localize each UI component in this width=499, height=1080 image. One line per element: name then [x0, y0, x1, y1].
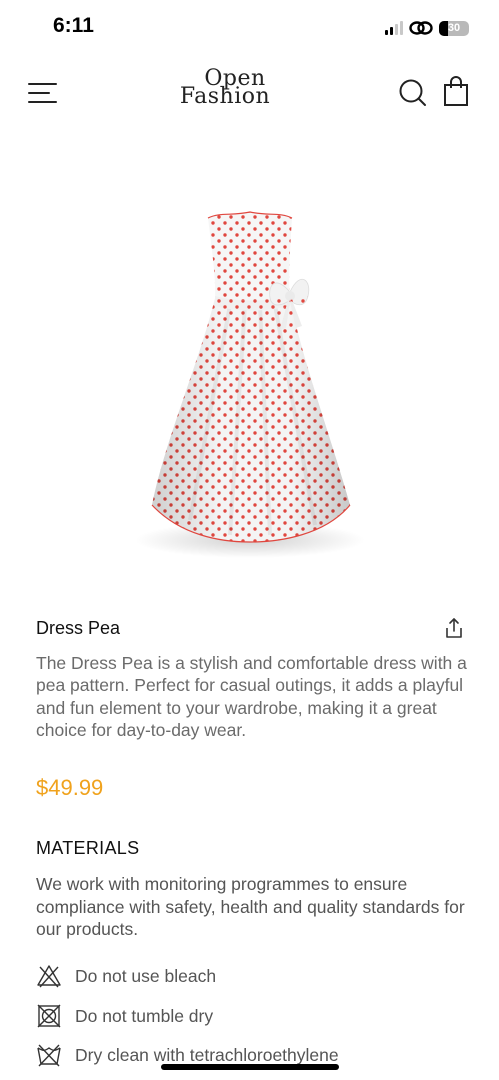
- care-item-label: Dry clean with tetrachloroethylene: [75, 1044, 339, 1065]
- product-price: $49.99: [36, 775, 104, 800]
- no-tumble-dry-icon: [37, 1004, 61, 1028]
- share-icon[interactable]: [443, 617, 465, 639]
- link-icon: [409, 21, 433, 35]
- materials-description: We work with monitoring programmes to en…: [36, 874, 465, 939]
- status-time: 6:11: [53, 14, 94, 37]
- menu-icon-line: [28, 92, 50, 94]
- care-item-label: Do not use bleach: [75, 965, 217, 986]
- cellular-signal-icon: [385, 21, 403, 35]
- battery-level: 30: [447, 22, 461, 34]
- logo[interactable]: Open Fashion: [170, 68, 290, 120]
- menu-button[interactable]: [28, 80, 60, 104]
- product-description: The Dress Pea is a stylish and comfortab…: [36, 653, 467, 740]
- menu-icon-line: [28, 83, 57, 85]
- product-name: Dress Pea: [36, 618, 121, 638]
- app-header: Open Fashion: [0, 64, 499, 120]
- logo-line-2: Fashion: [179, 84, 271, 109]
- shopping-bag-icon[interactable]: [442, 76, 470, 108]
- dry-clean-icon: [37, 1044, 61, 1067]
- care-item: Do not use bleach: [36, 962, 476, 990]
- home-indicator[interactable]: [161, 1064, 339, 1070]
- no-bleach-icon: [37, 965, 61, 988]
- product-image: [135, 211, 365, 558]
- status-bar: 6:11 30: [0, 0, 499, 56]
- materials-heading: MATERIALS: [36, 838, 140, 858]
- menu-icon-line: [28, 101, 57, 103]
- battery-icon: 30: [439, 20, 469, 36]
- care-item: Do not tumble dry: [36, 1002, 476, 1030]
- search-icon[interactable]: [398, 78, 428, 108]
- status-icons: 30: [385, 18, 469, 38]
- care-item-label: Do not tumble dry: [75, 1005, 214, 1026]
